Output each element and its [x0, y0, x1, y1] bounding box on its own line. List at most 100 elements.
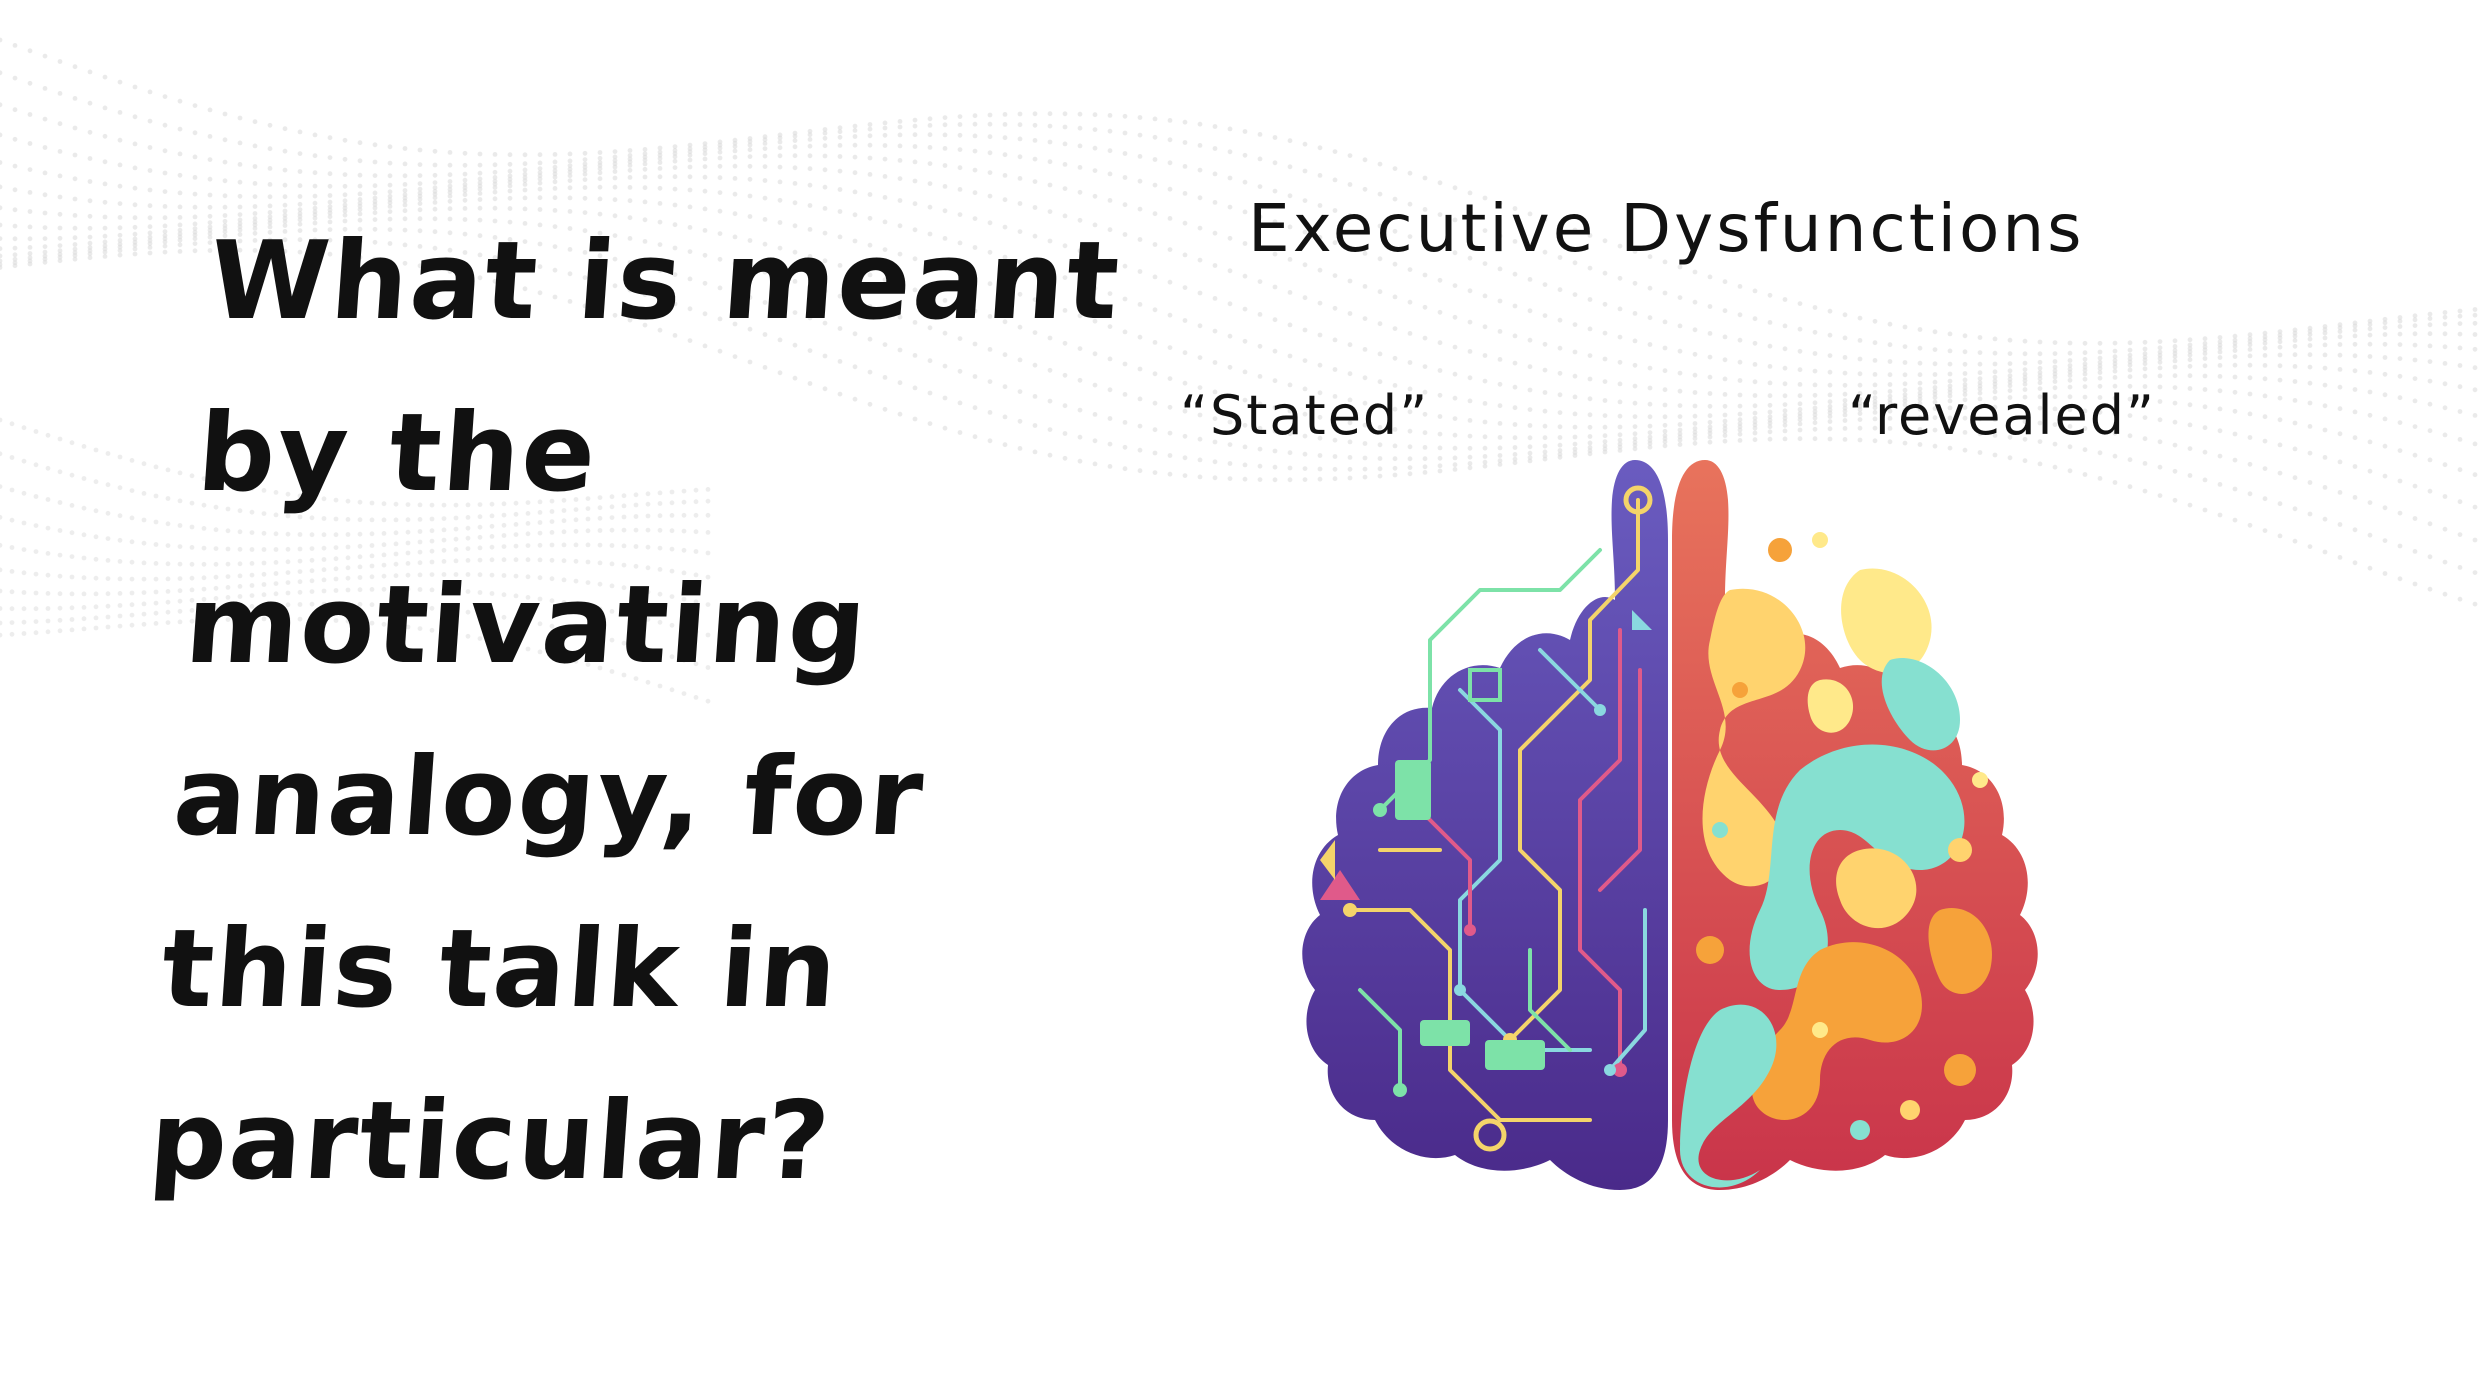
background-dot — [2322, 352, 2328, 358]
background-dot — [1332, 305, 1338, 311]
background-dot — [1362, 284, 1368, 289]
background-dot — [492, 152, 498, 157]
background-dot — [1317, 267, 1323, 273]
background-dot — [2277, 470, 2283, 476]
background-dot — [2457, 313, 2463, 319]
background-dot — [2397, 318, 2403, 324]
background-dot — [1257, 132, 1263, 137]
background-dot — [177, 598, 183, 604]
background-dot — [2442, 494, 2448, 499]
background-dot — [627, 175, 633, 180]
background-dot — [1647, 315, 1653, 321]
background-dot — [1542, 390, 1548, 395]
background-dot — [21, 619, 27, 625]
background-dot — [1797, 301, 1803, 306]
background-dot — [1812, 400, 1818, 406]
background-dot — [2292, 475, 2298, 481]
background-dot — [69, 503, 75, 508]
background-dot — [192, 130, 198, 136]
background-dot — [207, 220, 213, 226]
background-dot — [717, 163, 723, 169]
background-dot — [1077, 165, 1083, 170]
background-dot — [1737, 392, 1743, 398]
background-dot — [1257, 374, 1263, 379]
background-dot — [1122, 130, 1128, 136]
background-dot — [1452, 283, 1458, 288]
background-dot — [2247, 461, 2253, 467]
background-dot — [2442, 321, 2448, 327]
background-dot — [1797, 326, 1803, 332]
background-dot — [2457, 499, 2463, 505]
background-dot — [147, 250, 153, 256]
background-dot — [942, 163, 948, 168]
background-dot — [45, 465, 51, 471]
background-dot — [2397, 448, 2403, 453]
background-dot — [2382, 443, 2388, 449]
background-dot — [582, 150, 588, 156]
background-dot — [57, 194, 63, 200]
background-dot — [1767, 292, 1773, 298]
background-dot — [2142, 346, 2148, 352]
background-dot — [777, 139, 783, 145]
background-dot — [93, 508, 99, 514]
background-dot — [2187, 352, 2193, 358]
background-dot — [0, 70, 3, 76]
background-dot — [1152, 307, 1158, 313]
background-dot — [2397, 543, 2403, 549]
background-dot — [1437, 180, 1443, 186]
background-dot — [1227, 364, 1233, 370]
background-dot — [2472, 346, 2478, 352]
background-dot — [657, 166, 663, 171]
background-dot — [81, 476, 87, 481]
background-dot — [1287, 322, 1293, 328]
background-dot — [1707, 354, 1713, 360]
background-dot — [2352, 333, 2358, 339]
background-dot — [492, 185, 498, 190]
background-dot — [1062, 111, 1068, 117]
background-dot — [42, 170, 48, 176]
background-dot — [2292, 420, 2298, 426]
background-dot — [1827, 419, 1833, 424]
background-dot — [117, 183, 123, 189]
background-dot — [1602, 413, 1608, 418]
background-dot — [2292, 538, 2298, 544]
background-dot — [912, 144, 918, 149]
background-dot — [57, 591, 63, 597]
background-dot — [2412, 516, 2418, 521]
background-dot — [762, 153, 768, 159]
background-dot — [2262, 438, 2268, 444]
background-dot — [582, 177, 588, 183]
background-dot — [1572, 411, 1578, 417]
background-dot — [0, 205, 3, 211]
background-dot — [522, 161, 528, 167]
background-dot — [2247, 353, 2253, 359]
background-dot — [1242, 273, 1248, 279]
background-dot — [2457, 321, 2463, 326]
background-dot — [432, 172, 438, 178]
background-dot — [1617, 275, 1623, 281]
background-dot — [1437, 368, 1443, 373]
background-dot — [1827, 382, 1833, 388]
background-dot — [1617, 359, 1623, 365]
background-dot — [2157, 417, 2163, 423]
background-dot — [882, 174, 888, 179]
background-dot — [927, 132, 933, 138]
background-dot — [597, 170, 603, 176]
background-dot — [57, 528, 63, 533]
background-dot — [1542, 367, 1548, 373]
background-dot — [252, 143, 258, 149]
background-dot — [1167, 345, 1173, 350]
background-dot — [93, 534, 99, 540]
background-dot — [1437, 392, 1443, 398]
background-dot — [1122, 466, 1128, 472]
background-dot — [2367, 326, 2373, 332]
background-dot — [165, 576, 171, 582]
background-dot — [2322, 342, 2328, 348]
background-dot — [2337, 367, 2343, 372]
background-dot — [942, 132, 948, 138]
background-dot — [1932, 347, 1938, 352]
background-dot — [2352, 495, 2358, 500]
background-dot — [117, 537, 123, 543]
background-dot — [1242, 241, 1248, 246]
background-dot — [2157, 365, 2163, 371]
